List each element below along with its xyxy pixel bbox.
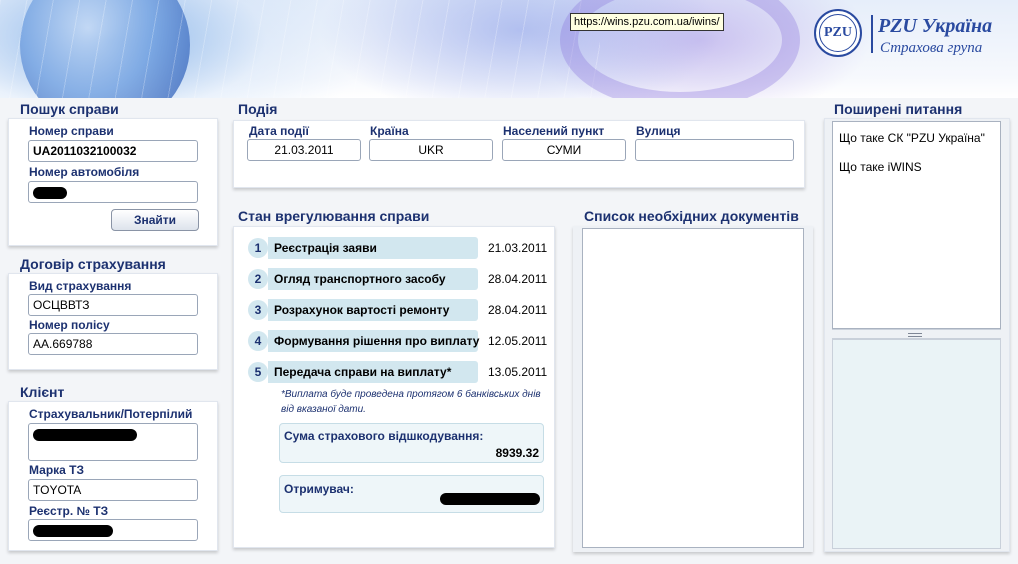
grip-icon: [908, 333, 922, 337]
compensation-value: 8939.32: [495, 446, 539, 460]
recipient-box: Отримувач:: [279, 475, 544, 513]
step-label: Формування рішення про виплату: [268, 330, 479, 352]
redacted-vehicle-number: [33, 186, 67, 199]
step-date: 28.04.2011: [488, 272, 548, 286]
contract-panel-title: Договір страхування: [20, 256, 166, 272]
step-date: 21.03.2011: [488, 241, 548, 255]
step-number: 3: [248, 300, 268, 320]
faq-panel-title: Поширені питання: [834, 101, 963, 117]
street-label: Вулиця: [636, 124, 681, 138]
contract-panel: Вид страхування ОСЦВВТЗ Номер полісу АА.…: [8, 273, 218, 370]
step-number: 1: [248, 238, 268, 258]
event-date-label: Дата події: [249, 124, 309, 138]
country-label: Країна: [370, 124, 409, 138]
insurance-type-field[interactable]: ОСЦВВТЗ: [28, 294, 198, 316]
documents-panel-title: Список необхідних документів: [584, 208, 799, 224]
policy-number-field[interactable]: АА.669788: [28, 333, 198, 355]
faq-item-about-company[interactable]: Що таке СК "PZU Україна": [839, 131, 985, 145]
case-number-label: Номер справи: [29, 124, 114, 138]
faq-list: Що таке СК "PZU Україна" Що таке iWINS: [832, 121, 1001, 329]
vehicle-number-label: Номер автомобіля: [29, 165, 140, 179]
vehicle-brand-label: Марка ТЗ: [29, 463, 85, 477]
step-date: 13.05.2011: [488, 365, 548, 379]
faq-splitter[interactable]: [832, 329, 1001, 339]
redacted-recipient: [440, 493, 540, 505]
reg-number-field[interactable]: [28, 519, 198, 541]
search-panel-title: Пошук справи: [20, 101, 119, 117]
faq-panel: Що таке СК "PZU Україна" Що таке iWINS: [824, 118, 1010, 552]
faq-item-about-iwins[interactable]: Що таке iWINS: [839, 160, 922, 174]
step-label: Огляд транспортного засобу: [268, 268, 478, 290]
logo-seal-text: PZU: [819, 14, 857, 52]
reg-number-label: Реєстр. № ТЗ: [29, 504, 109, 518]
client-panel-title: Клієнт: [20, 384, 65, 400]
status-panel-title: Стан врегулювання справи: [238, 208, 430, 224]
logo-subtitle: Страхова група: [880, 40, 983, 56]
pzu-seal-icon: PZU: [814, 9, 862, 57]
payment-note: *Виплата буде проведена протягом 6 банкі…: [281, 389, 541, 415]
recipient-label: Отримувач:: [284, 482, 354, 496]
compensation-box: Сума страхового відшкодування: 8939.32: [279, 423, 544, 463]
case-number-input[interactable]: UA2011032100032: [28, 140, 198, 162]
url-tooltip: https://wins.pzu.com.ua/iwins/: [570, 13, 724, 31]
step-label: Розрахунок вартості ремонту: [268, 299, 478, 321]
search-panel: Номер справи UA2011032100032 Номер автом…: [8, 118, 218, 246]
street-field[interactable]: [635, 139, 794, 161]
compensation-label: Сума страхового відшкодування:: [284, 429, 484, 443]
city-field[interactable]: СУМИ: [502, 139, 626, 161]
find-button[interactable]: Знайти: [111, 209, 199, 231]
policy-number-label: Номер полісу: [29, 318, 110, 332]
step-number: 5: [248, 362, 268, 382]
step-number: 2: [248, 269, 268, 289]
documents-panel: [573, 226, 813, 552]
status-panel: 1 Реєстрація заяви 21.03.2011 2 Огляд тр…: [233, 226, 555, 548]
step-number: 4: [248, 331, 268, 351]
step-label: Реєстрація заяви: [268, 237, 478, 259]
country-field[interactable]: UKR: [369, 139, 493, 161]
step-label: Передача справи на виплату*: [268, 361, 478, 383]
city-label: Населений пункт: [503, 124, 605, 138]
event-panel: Дата події 21.03.2011 Країна UKR Населен…: [233, 120, 805, 188]
faq-answer-area: [832, 339, 1001, 549]
step-date: 12.05.2011: [488, 334, 548, 348]
insured-label: Страхувальник/Потерпілий: [29, 407, 193, 421]
event-date-field[interactable]: 21.03.2011: [247, 139, 361, 161]
client-panel: Страхувальник/Потерпілий Марка ТЗ TOYOTA…: [8, 401, 218, 551]
redacted-insured-name: [33, 428, 137, 441]
step-date: 28.04.2011: [488, 303, 548, 317]
insured-field[interactable]: [28, 423, 198, 461]
event-panel-title: Подія: [238, 101, 278, 117]
vehicle-number-input[interactable]: [28, 181, 198, 203]
insurance-type-label: Вид страхування: [29, 279, 132, 293]
logo-divider: [871, 15, 873, 53]
logo-name: PZU Україна: [878, 15, 993, 37]
redacted-reg-number: [33, 524, 113, 537]
vehicle-brand-field[interactable]: TOYOTA: [28, 479, 198, 501]
documents-list[interactable]: [582, 228, 804, 548]
pzu-logo[interactable]: PZU PZU Україна Страхова група: [814, 9, 1014, 61]
banner-decoration: [0, 0, 600, 98]
